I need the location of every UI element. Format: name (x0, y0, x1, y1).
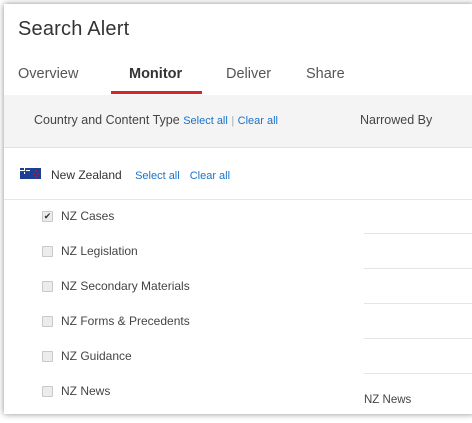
checkbox[interactable] (42, 316, 53, 327)
tab-deliver[interactable]: Deliver (226, 66, 271, 82)
content-type-label: NZ News (61, 384, 111, 398)
select-all-link[interactable]: Select all (183, 115, 228, 127)
divider (364, 338, 472, 339)
active-tab-indicator (111, 91, 202, 94)
country-heading: New Zealand Select all Clear all (51, 168, 230, 182)
content-type-label: NZ Guidance (61, 349, 132, 363)
content-type-label: NZ Legislation (61, 244, 138, 258)
tab-overview[interactable]: Overview (18, 66, 78, 82)
country-name: New Zealand (51, 168, 122, 182)
list-item[interactable]: NZ Forms & Precedents (4, 304, 364, 339)
content-type-label: NZ Cases (61, 209, 115, 223)
content-type-label: NZ Forms & Precedents (61, 314, 190, 328)
new-zealand-flag-icon (20, 168, 41, 179)
country-clear-all-link[interactable]: Clear all (190, 170, 230, 182)
divider (364, 373, 472, 374)
content-type-label: NZ Secondary Materials (61, 279, 190, 293)
list-item[interactable]: NZ News (4, 374, 364, 409)
list-item[interactable]: NZ Legislation (4, 234, 364, 269)
country-select-all-link[interactable]: Select all (135, 170, 180, 182)
link-separator: | (231, 115, 235, 127)
content-type-header: Country and Content Type Select all | Cl… (4, 95, 472, 148)
country-row-new-zealand: New Zealand Select all Clear all (4, 147, 472, 200)
checkbox[interactable] (42, 281, 53, 292)
checkbox[interactable] (42, 351, 53, 362)
search-alert-panel: Search Alert Overview Monitor Deliver Sh… (4, 4, 472, 414)
narrowed-item: NZ News (364, 394, 412, 406)
narrowed-by-heading: Narrowed By (360, 113, 433, 127)
list-item[interactable]: NZ Secondary Materials (4, 269, 364, 304)
content-type-label: Country and Content Type (34, 113, 180, 127)
list-item[interactable]: ✔ NZ Cases (4, 199, 364, 234)
divider (364, 268, 472, 269)
divider (364, 303, 472, 304)
clear-all-link[interactable]: Clear all (238, 115, 278, 127)
checkbox[interactable] (42, 386, 53, 397)
checkbox[interactable] (42, 246, 53, 257)
content-type-heading: Country and Content Type Select all | Cl… (34, 113, 278, 127)
checkbox-checked[interactable]: ✔ (42, 211, 53, 222)
divider (364, 233, 472, 234)
tab-bar: Overview Monitor Deliver Share (4, 58, 472, 96)
list-item[interactable]: NZ Guidance (4, 339, 364, 374)
tab-monitor[interactable]: Monitor (129, 66, 182, 82)
page-title: Search Alert (18, 18, 130, 40)
tab-share[interactable]: Share (306, 66, 345, 82)
